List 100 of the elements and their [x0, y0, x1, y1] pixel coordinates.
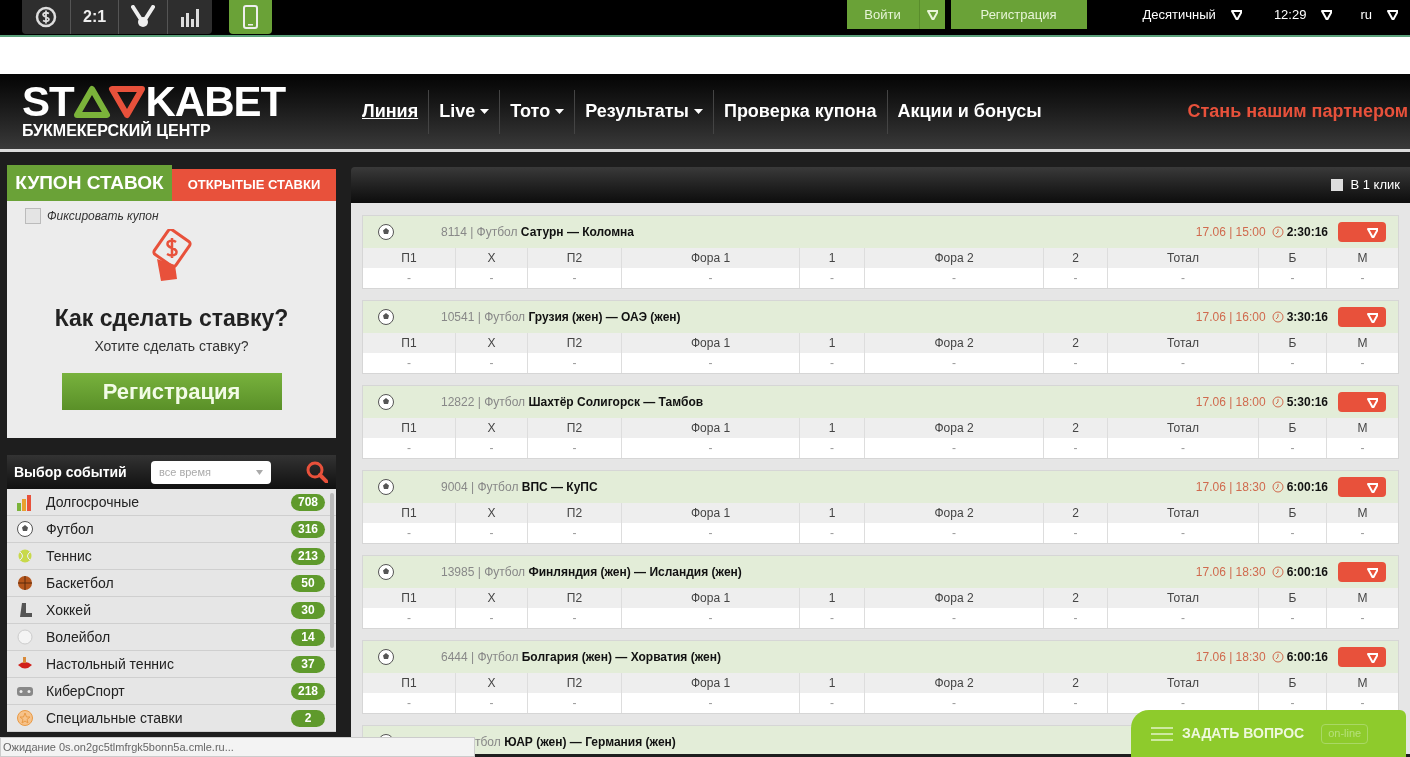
register-button[interactable]: Регистрация [61, 372, 282, 410]
sport-item[interactable]: Долгосрочные 708 [7, 489, 336, 516]
odds-cell[interactable]: - [455, 268, 527, 288]
odds-cell[interactable]: - [1043, 523, 1107, 543]
sport-item[interactable]: Специальные ставки 2 [7, 705, 336, 732]
odds-cell[interactable]: - [864, 438, 1043, 458]
odds-cell[interactable]: - [1107, 353, 1258, 373]
odds-cell[interactable]: - [1326, 523, 1398, 543]
odds-cell[interactable]: - [621, 693, 799, 713]
nav-link[interactable]: Проверка купона [712, 89, 887, 134]
register-button[interactable]: Регистрация [950, 0, 1087, 29]
nav-link[interactable]: Акции и бонусы [886, 89, 1052, 134]
odds-cell[interactable]: - [363, 608, 455, 628]
expand-button[interactable] [1338, 647, 1386, 667]
odds-cell[interactable]: - [1107, 438, 1258, 458]
odds-cell[interactable]: - [1258, 523, 1326, 543]
odds-cell[interactable]: - [621, 353, 799, 373]
nav-link[interactable]: Тото [499, 89, 575, 134]
odds-cell[interactable]: - [455, 608, 527, 628]
coupon-tab[interactable]: КУПОН СТАВОК [7, 165, 172, 201]
odds-cell[interactable]: - [363, 353, 455, 373]
odds-cell[interactable]: - [799, 268, 864, 288]
partner-link[interactable]: Стань нашим партнером [1187, 98, 1408, 125]
bar-chart-icon[interactable] [180, 7, 201, 27]
odds-cell[interactable]: - [864, 523, 1043, 543]
expand-button[interactable] [1338, 222, 1386, 242]
medal-icon[interactable] [131, 5, 156, 29]
event-title[interactable]: 8114 | Футбол Сатурн — Коломна [441, 223, 635, 241]
language-select[interactable]: ru [1360, 4, 1372, 25]
odds-cell[interactable]: - [527, 608, 621, 628]
odds-cell[interactable]: - [1326, 438, 1398, 458]
odds-cell[interactable]: - [527, 438, 621, 458]
odds-cell[interactable]: - [1258, 353, 1326, 373]
odds-cell[interactable]: - [864, 693, 1043, 713]
odds-cell[interactable]: - [621, 608, 799, 628]
odds-cell[interactable]: - [1043, 693, 1107, 713]
event-title[interactable]: 10541 | Футбол Грузия (жен) — ОАЭ (жен) [441, 308, 681, 326]
scrollbar[interactable] [330, 493, 334, 648]
nav-link[interactable]: Линия [352, 89, 429, 134]
odds-format-toggle[interactable]: 2:1 [83, 5, 107, 29]
odds-cell[interactable]: - [363, 438, 455, 458]
odds-cell[interactable]: - [1107, 523, 1258, 543]
odds-cell[interactable]: - [527, 353, 621, 373]
mobile-button[interactable] [229, 0, 273, 34]
event-title[interactable]: 6444 | Футбол Болгария (жен) — Хорватия (жен) [441, 648, 721, 666]
checkbox[interactable] [25, 208, 41, 224]
odds-cell[interactable]: - [864, 353, 1043, 373]
odds-cell[interactable]: - [1043, 438, 1107, 458]
odds-format-select[interactable]: Десятичный [1142, 4, 1216, 25]
event-title[interactable]: 13985 | Футбол Финляндия (жен) — Исландия (жен) [441, 563, 742, 581]
odds-cell[interactable]: - [799, 353, 864, 373]
expand-button[interactable] [1338, 307, 1386, 327]
odds-cell[interactable]: - [799, 693, 864, 713]
nav-link[interactable]: Результаты [574, 89, 713, 134]
period-select[interactable]: все время [151, 460, 271, 484]
odds-cell[interactable]: - [1043, 353, 1107, 373]
nav-link[interactable]: Live [428, 89, 500, 134]
odds-cell[interactable]: - [1326, 268, 1398, 288]
sport-item[interactable]: Настольный теннис 37 [7, 651, 336, 678]
search-icon[interactable] [306, 461, 328, 483]
chat-widget[interactable]: ЗАДАТЬ ВОПРОС on-line [1131, 710, 1406, 757]
expand-button[interactable] [1338, 562, 1386, 582]
odds-cell[interactable]: - [455, 523, 527, 543]
event-title[interactable]: 9004 | Футбол ВПС — КуПС [441, 478, 598, 496]
odds-cell[interactable]: - [363, 523, 455, 543]
odds-cell[interactable]: - [621, 268, 799, 288]
odds-cell[interactable]: - [455, 353, 527, 373]
odds-cell[interactable]: - [1258, 438, 1326, 458]
odds-cell[interactable]: - [527, 693, 621, 713]
odds-cell[interactable]: - [1258, 268, 1326, 288]
odds-cell[interactable]: - [799, 523, 864, 543]
coupon-tab[interactable]: ОТКРЫТЫЕ СТАВКИ [172, 169, 336, 201]
sport-item[interactable]: КиберСпорт 218 [7, 678, 336, 705]
odds-cell[interactable]: - [864, 268, 1043, 288]
odds-cell[interactable]: - [455, 693, 527, 713]
odds-cell[interactable]: - [621, 438, 799, 458]
sport-item[interactable]: Волейбол 14 [7, 624, 336, 651]
odds-cell[interactable]: - [363, 268, 455, 288]
dollar-icon[interactable] [35, 6, 57, 28]
event-title[interactable]: 12822 | Футбол Шахтёр Солигорск — Тамбов [441, 393, 704, 411]
odds-cell[interactable]: - [799, 438, 864, 458]
odds-cell[interactable]: - [527, 523, 621, 543]
odds-cell[interactable]: - [621, 523, 799, 543]
odds-cell[interactable]: - [363, 693, 455, 713]
odds-cell[interactable]: - [1107, 608, 1258, 628]
checkbox[interactable] [1330, 179, 1343, 191]
event-title[interactable]: тбол ЮАР (жен) — Германия (жен) [475, 733, 676, 751]
expand-button[interactable] [1338, 477, 1386, 497]
time-select[interactable]: 12:29 [1273, 4, 1307, 25]
odds-cell[interactable]: - [1258, 608, 1326, 628]
odds-cell[interactable]: - [1107, 268, 1258, 288]
odds-cell[interactable]: - [864, 608, 1043, 628]
odds-cell[interactable]: - [1326, 353, 1398, 373]
odds-cell[interactable]: - [1043, 268, 1107, 288]
expand-button[interactable] [1338, 392, 1386, 412]
odds-cell[interactable]: - [1326, 608, 1398, 628]
odds-cell[interactable]: - [799, 608, 864, 628]
odds-cell[interactable]: - [527, 268, 621, 288]
odds-cell[interactable]: - [455, 438, 527, 458]
odds-cell[interactable]: - [1043, 608, 1107, 628]
